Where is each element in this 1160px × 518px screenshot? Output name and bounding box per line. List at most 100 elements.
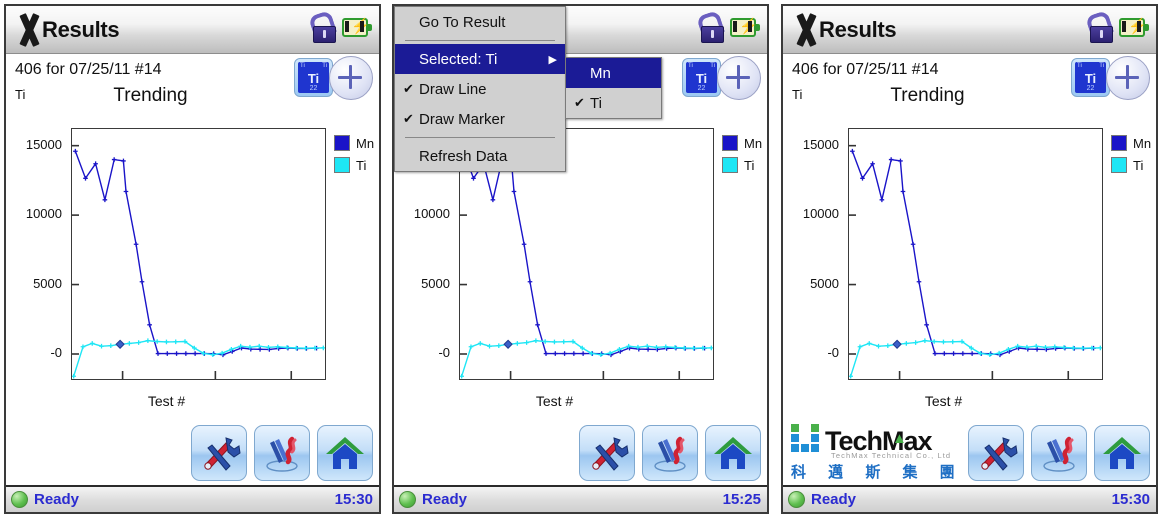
context-menu[interactable]: Go To Result Selected: Ti ▶ ✔ Draw Line ✔ Draw…: [394, 6, 566, 172]
element-corner-left: Ti: [688, 63, 693, 69]
x-logo-icon: [791, 14, 821, 46]
y-axis-tick-label: 10000: [802, 206, 839, 222]
menu-item-draw-line[interactable]: ✔ Draw Line: [395, 74, 565, 104]
x-logo-icon: [14, 14, 44, 46]
element-corner-left: Ti: [1077, 63, 1082, 69]
device-panel-left: Results 406 for 07/25/11 #14 Ti Trending…: [4, 4, 381, 514]
title-bar: Results: [6, 6, 379, 54]
tools-button[interactable]: [191, 425, 247, 481]
info-row: 406 for 07/25/11 #14 Ti Trending Ti Ti T…: [783, 54, 1156, 125]
plus-circle-icon[interactable]: [717, 56, 761, 100]
toolbar: [191, 425, 373, 481]
legend-swatch-mn: [334, 135, 350, 151]
home-button[interactable]: [1094, 425, 1150, 481]
logo-squares-icon: [791, 424, 819, 452]
menu-item-go-to-result[interactable]: Go To Result: [395, 7, 565, 37]
legend-label-mn: Mn: [1133, 135, 1152, 151]
tools-button[interactable]: [968, 425, 1024, 481]
home-button[interactable]: [705, 425, 761, 481]
wrench-screwdriver-icon: [981, 437, 1018, 471]
plot-svg: [71, 144, 326, 379]
battery-charging-icon: [730, 18, 760, 38]
unlocked-padlock-icon[interactable]: [1085, 10, 1114, 43]
battery-charging-icon: [1119, 18, 1149, 38]
test-probe-icon: [266, 436, 298, 472]
menu-item-draw-marker[interactable]: ✔ Draw Marker: [395, 104, 565, 134]
title-bar-icons: [696, 10, 760, 43]
menu-separator: [405, 40, 555, 41]
element-number: 22: [309, 85, 318, 92]
status-time: 15:30: [1111, 491, 1150, 508]
x-axis-title: Test #: [535, 393, 574, 409]
submenu-item-ti[interactable]: ✔ Ti: [566, 88, 661, 118]
wrench-screwdriver-icon: [204, 437, 241, 471]
legend-label-mn: Mn: [744, 135, 763, 151]
legend-swatch-ti: [334, 157, 350, 173]
brand-accent-icon: ▲: [892, 430, 907, 447]
submenu-item-mn[interactable]: Mn: [566, 58, 661, 88]
check-icon: ✔: [403, 111, 414, 126]
context-submenu[interactable]: Mn ✔ Ti: [565, 57, 662, 119]
element-symbol: Ti: [1084, 71, 1097, 86]
chart-legend: Mn Ti: [334, 135, 374, 179]
element-number: 22: [1086, 85, 1095, 92]
x-axis-title: Test #: [924, 393, 963, 409]
analysis-button[interactable]: [1031, 425, 1087, 481]
status-bar: Ready 15:30: [783, 485, 1156, 512]
check-icon: ✔: [403, 81, 414, 96]
test-probe-icon: [654, 436, 686, 472]
submenu-item-label: Mn: [590, 64, 611, 82]
techmax-logo: TechMax ▲ TechMax Technical Co., Ltd 科 邁…: [791, 424, 973, 482]
legend-item-ti: Ti: [722, 157, 762, 173]
y-axis-tick-label: 15000: [802, 136, 839, 152]
home-icon: [714, 437, 752, 469]
bottom-area: [6, 413, 379, 485]
status-text: Ready: [34, 491, 80, 508]
menu-item-selected-ti[interactable]: Selected: Ti ▶: [395, 44, 565, 74]
element-corner-right: Ti: [322, 63, 327, 69]
menu-item-label: Draw Line: [419, 80, 487, 98]
title-bar-icons: [308, 10, 372, 43]
trending-chart[interactable]: 15000 10000 5000 -0 Mn Ti Test #: [783, 125, 1156, 409]
brand-name-1: Tech: [825, 426, 883, 456]
status-bar: Ready 15:25: [394, 485, 767, 512]
legend-swatch-mn: [1111, 135, 1127, 151]
plot-area[interactable]: [71, 128, 326, 380]
element-select-button[interactable]: Ti Ti Ti 22: [682, 58, 721, 97]
element-select-button[interactable]: Ti Ti Ti 22: [1071, 58, 1110, 97]
menu-item-label: Refresh Data: [419, 147, 508, 165]
status-time: 15:25: [722, 491, 761, 508]
page-title: Results: [42, 16, 120, 42]
analysis-button[interactable]: [254, 425, 310, 481]
plus-circle-icon[interactable]: [329, 56, 373, 100]
y-axis-tick-label: -0: [438, 345, 450, 360]
plot-area[interactable]: [848, 128, 1103, 380]
toolbar: [968, 425, 1150, 481]
element-symbol: Ti: [307, 71, 320, 86]
y-axis-tick-label: 5000: [421, 275, 450, 291]
tools-button[interactable]: [579, 425, 635, 481]
device-panel-right: Results 406 for 07/25/11 #14 Ti Trending…: [781, 4, 1158, 514]
plus-circle-icon[interactable]: [1106, 56, 1150, 100]
element-corner-right: Ti: [1099, 63, 1104, 69]
legend-item-ti: Ti: [334, 157, 374, 173]
chart-legend: Mn Ti: [1111, 135, 1151, 179]
analysis-button[interactable]: [642, 425, 698, 481]
unlocked-padlock-icon[interactable]: [696, 10, 725, 43]
bottom-area: TechMax ▲ TechMax Technical Co., Ltd 科 邁…: [783, 413, 1156, 485]
legend-item-mn: Mn: [722, 135, 762, 151]
trending-chart[interactable]: 15000 10000 5000 -0 Mn Ti Test #: [6, 125, 379, 409]
ready-indicator: [11, 491, 28, 508]
legend-label-ti: Ti: [356, 157, 367, 173]
unlocked-padlock-icon[interactable]: [308, 10, 337, 43]
legend-label-ti: Ti: [744, 157, 755, 173]
menu-item-refresh-data[interactable]: Refresh Data: [395, 141, 565, 171]
legend-swatch-ti: [1111, 157, 1127, 173]
bottom-area: [394, 413, 767, 485]
home-button[interactable]: [317, 425, 373, 481]
y-axis-tick-label: 15000: [25, 136, 62, 152]
submenu-item-label: Ti: [590, 94, 602, 112]
brand-name-2: Max: [882, 426, 933, 456]
chart-legend: Mn Ti: [722, 135, 762, 179]
element-select-button[interactable]: Ti Ti Ti 22: [294, 58, 333, 97]
